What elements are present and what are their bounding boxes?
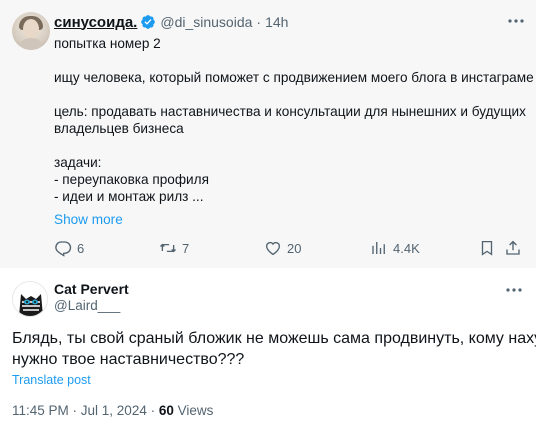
views-count: 4.4K: [393, 240, 420, 256]
avatar-face: [23, 19, 39, 39]
bookmark-button[interactable]: [478, 238, 501, 258]
post-header: синусоида. @di_sinusoida · 14h: [54, 13, 288, 31]
like-button[interactable]: 20: [264, 238, 301, 258]
post-text-line: владельцев бизнеса: [54, 121, 184, 136]
reply-author-avatar[interactable]: [12, 281, 48, 317]
separator-dot: ·: [256, 14, 262, 30]
more-dots-icon[interactable]: [507, 14, 525, 28]
post-time[interactable]: 14h: [265, 14, 288, 30]
reply-metadata: 11:45 PM · Jul 1, 2024 · 60 Views: [12, 403, 213, 418]
reply-views-count: 60: [158, 403, 174, 418]
reply-timestamp[interactable]: 11:45 PM · Jul 1, 2024 ·: [12, 403, 159, 418]
post-text-line: [54, 137, 524, 154]
reply-icon: [55, 241, 72, 257]
verified-badge-icon: [141, 15, 156, 29]
post-text-line: [54, 52, 524, 69]
reply-author-name[interactable]: Cat Pervert: [54, 281, 129, 297]
more-dots-icon[interactable]: [505, 283, 523, 297]
like-count: 20: [287, 240, 302, 256]
reply-views-label: Views: [173, 403, 214, 418]
post-text-line: [54, 86, 524, 103]
reply-text-line: Блядь, ты свой сраный бложик не можешь с…: [12, 330, 536, 347]
post-text-line: попытка номер 2: [54, 36, 161, 51]
reply-author-handle[interactable]: @Laird___: [54, 298, 120, 313]
author-name[interactable]: синусоида.: [54, 14, 137, 31]
repost-icon: [160, 243, 176, 253]
post-text-line: цель: продавать наставничества и консуль…: [54, 104, 526, 119]
views-button[interactable]: 4.4K: [370, 238, 420, 258]
reply-text-line: нужно твое наставничество???: [12, 351, 245, 368]
reply-text: Блядь, ты свой сраный бложик не можешь с…: [12, 328, 536, 370]
translate-post-link[interactable]: Translate post: [12, 373, 91, 387]
reply-count: 6: [77, 240, 85, 256]
post-text-line: задачи:: [54, 155, 102, 170]
share-icon: [506, 240, 520, 255]
bookmark-icon: [481, 240, 493, 256]
post-text-line: ищу человека, который поможет с продвиже…: [54, 70, 534, 85]
parent-post[interactable]: синусоида. @di_sinusoida · 14h попытка н…: [0, 0, 536, 268]
post-text: попытка номер 2 ищу человека, который по…: [54, 35, 534, 205]
repost-count: 7: [182, 240, 190, 256]
share-button[interactable]: [504, 238, 527, 258]
repost-button[interactable]: 7: [159, 238, 189, 258]
avatar-body: [18, 38, 44, 50]
post-text-line: - идеи и монтаж рилз ...: [54, 189, 204, 204]
cat-avatar-icon: [13, 282, 47, 316]
show-more-link[interactable]: Show more: [54, 212, 123, 227]
author-handle[interactable]: @di_sinusoida: [160, 14, 252, 30]
post-actions: 6 7 20 4.4K: [54, 238, 524, 258]
heart-icon: [265, 241, 281, 256]
post-text-line: - переупаковка профиля: [54, 172, 209, 187]
reply-button[interactable]: 6: [54, 238, 84, 258]
author-avatar[interactable]: [12, 12, 50, 50]
views-chart-icon: [372, 242, 385, 254]
